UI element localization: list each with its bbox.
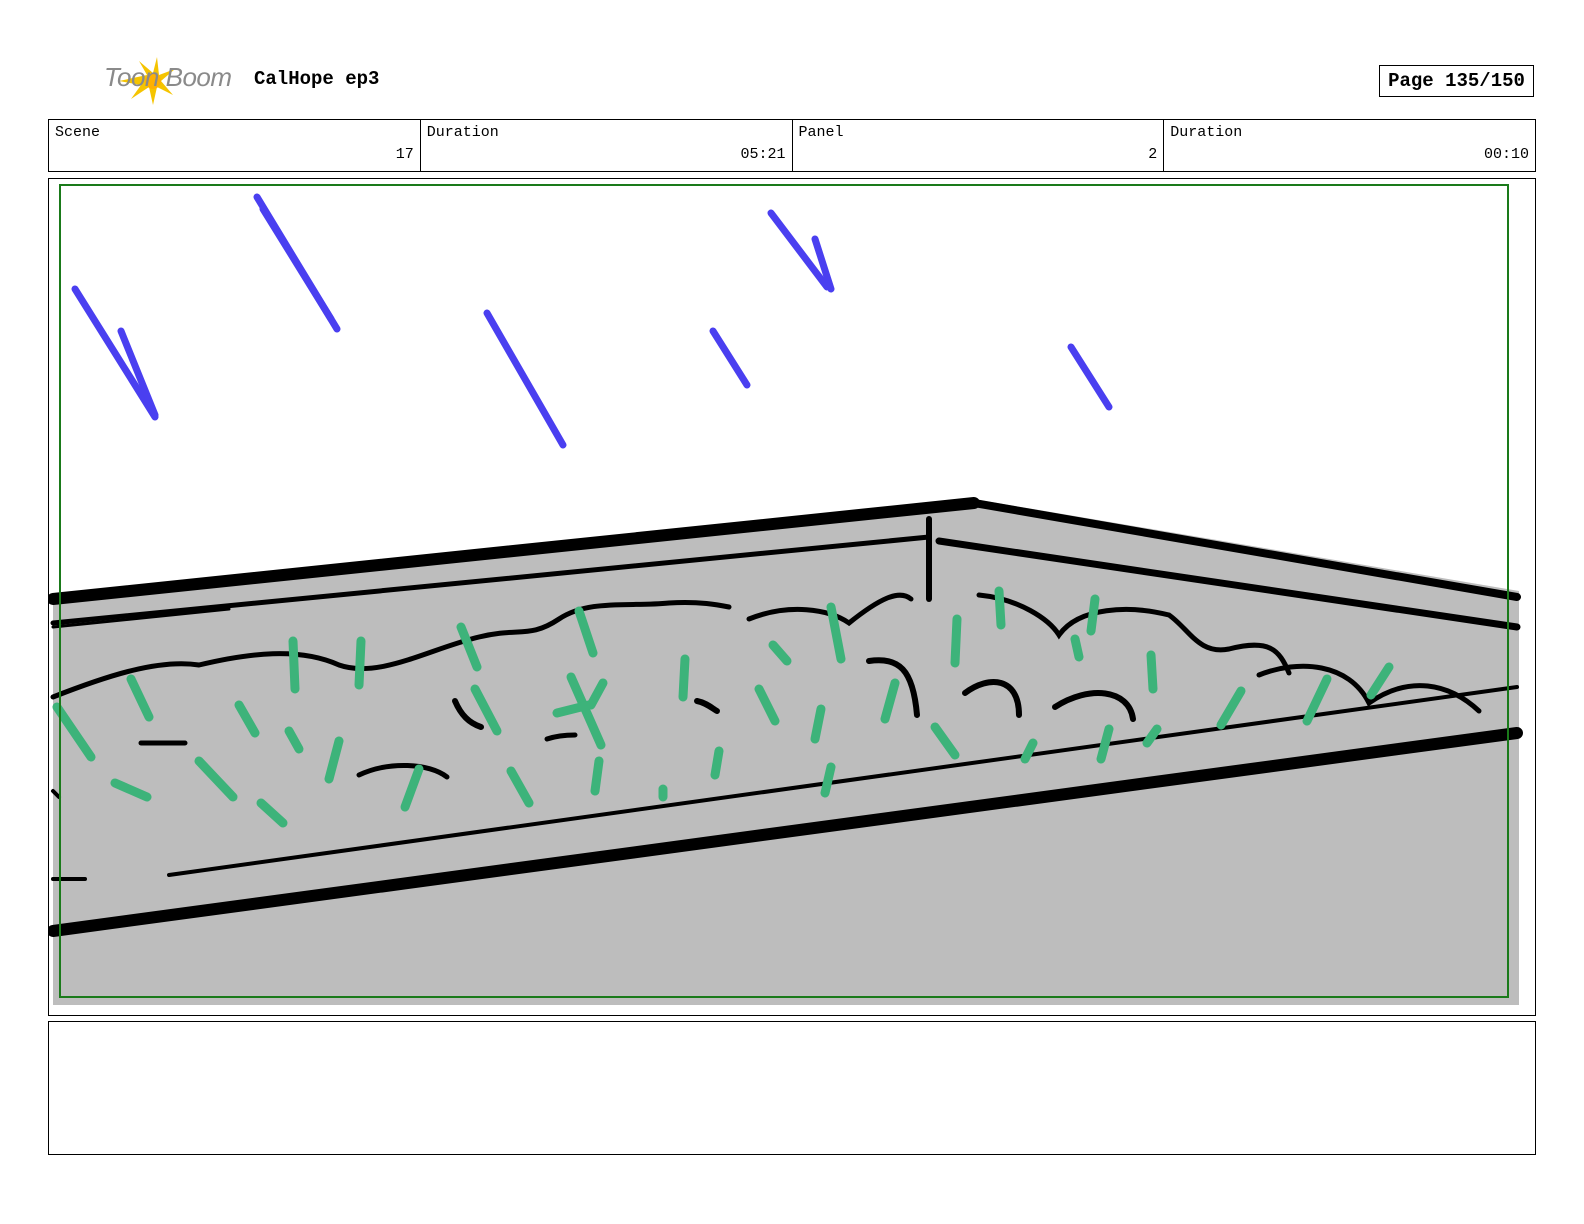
page-indicator: Page 135/150 (1379, 65, 1534, 97)
panel-duration-label: Duration (1170, 124, 1243, 141)
scene-value: 17 (395, 146, 414, 163)
panel-notes-box (48, 1021, 1536, 1155)
panel-duration-value: 00:10 (1483, 146, 1529, 163)
grass-tuft (288, 636, 300, 694)
storyboard-panel (48, 178, 1536, 1016)
logo-text: Toon Boom (104, 62, 232, 92)
panel-label: Panel (798, 124, 844, 141)
project-title: CalHope ep3 (254, 68, 380, 90)
panel-duration-cell: Duration 00:10 (1164, 120, 1535, 171)
panel-cell: Panel 2 (793, 120, 1165, 171)
scene-duration-cell: Duration 05:21 (421, 120, 793, 171)
scene-label: Scene (55, 124, 101, 141)
scene-duration-value: 05:21 (740, 146, 786, 163)
scene-duration-label: Duration (426, 124, 499, 141)
panel-drawing (49, 183, 1531, 1005)
scene-cell: Scene 17 (49, 120, 421, 171)
panel-value: 2 (1148, 146, 1158, 163)
info-row: Scene 17 Duration 05:21 Panel 2 Duration… (48, 119, 1536, 172)
